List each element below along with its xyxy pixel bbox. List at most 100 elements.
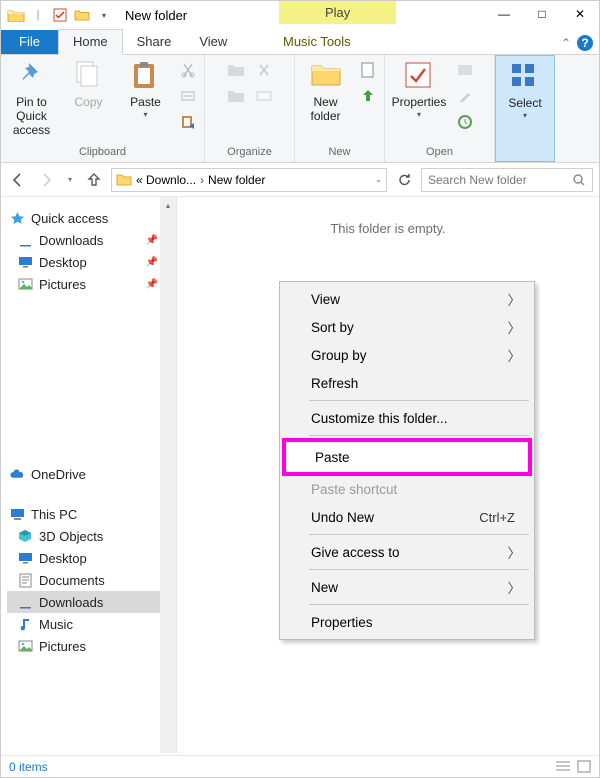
qat-newfolder-icon[interactable]	[73, 6, 91, 24]
collapse-ribbon-icon[interactable]: ⌃	[561, 36, 571, 50]
ctx-separator	[309, 435, 529, 436]
submenu-arrow-icon: 〉	[508, 317, 522, 337]
submenu-arrow-icon: 〉	[508, 577, 522, 597]
ctx-separator	[309, 569, 529, 570]
move-to-button	[226, 60, 246, 80]
qat-properties-icon[interactable]	[51, 6, 69, 24]
scroll-up-button[interactable]: ▴	[160, 197, 176, 213]
clipboard-group-label: Clipboard	[7, 146, 198, 160]
contextual-tab-play: Play	[279, 1, 396, 24]
ctx-customize-folder[interactable]: Customize this folder...	[283, 404, 531, 432]
ctx-separator	[309, 534, 529, 535]
back-button[interactable]	[7, 169, 29, 191]
pictures-icon	[17, 276, 33, 292]
status-item-count: 0 items	[9, 760, 48, 774]
ctx-properties[interactable]: Properties	[283, 608, 531, 636]
pin-to-quick-access-button[interactable]: Pin to Quick access	[7, 58, 56, 137]
sidebar-item-desktop[interactable]: Desktop 📌	[7, 251, 176, 273]
paste-button[interactable]: Paste ▾	[121, 58, 170, 119]
paste-shortcut-button[interactable]	[178, 112, 198, 132]
paste-dropdown-icon[interactable]: ▾	[143, 110, 147, 119]
select-icon	[509, 61, 541, 93]
properties-button[interactable]: Properties ▾	[391, 58, 447, 119]
ctx-paste[interactable]: Paste	[287, 443, 527, 471]
music-icon	[17, 616, 33, 632]
refresh-button[interactable]	[393, 169, 415, 191]
tab-music-tools[interactable]: Music Tools	[269, 30, 365, 54]
select-button[interactable]: Select ▾	[502, 59, 548, 120]
ctx-group-by[interactable]: Group by〉	[283, 341, 531, 369]
select-label: Select	[508, 97, 541, 111]
sidebar-item-documents[interactable]: Documents	[7, 569, 176, 591]
sidebar-item-pc-pictures[interactable]: Pictures	[7, 635, 176, 657]
tab-file[interactable]: File	[1, 30, 58, 54]
cube-icon	[17, 528, 33, 544]
ribbon-group-clipboard: Pin to Quick access Copy Paste ▾	[1, 55, 205, 162]
ribbon-group-select[interactable]: Select ▾	[495, 55, 555, 162]
address-history-icon[interactable]: ⌄	[375, 175, 382, 184]
ctx-new[interactable]: New〉	[283, 573, 531, 601]
pin-icon: 📌	[146, 235, 158, 246]
organize-group-label: Organize	[211, 146, 288, 160]
copy-icon	[73, 60, 105, 92]
pin-icon: 📌	[146, 257, 158, 268]
status-bar: 0 items	[1, 755, 599, 777]
ctx-give-access-to[interactable]: Give access to〉	[283, 538, 531, 566]
recent-locations-button[interactable]: ▾	[63, 169, 77, 191]
quick-access[interactable]: Quick access	[7, 207, 176, 229]
ribbon-tabs: File Home Share View Music Tools ⌃ ?	[1, 29, 599, 55]
new-folder-icon	[310, 60, 342, 92]
copy-label: Copy	[74, 96, 102, 110]
address-bar[interactable]: « Downlo... › New folder ⌄	[111, 168, 387, 192]
submenu-arrow-icon: 〉	[508, 542, 522, 562]
context-menu: View〉 Sort by〉 Group by〉 Refresh Customi…	[279, 281, 535, 640]
window-title: New folder	[125, 8, 187, 23]
details-view-icon[interactable]	[555, 760, 571, 773]
sidebar-item-pc-downloads[interactable]: Downloads	[7, 591, 176, 613]
qat-customize-icon[interactable]: ▾	[95, 6, 113, 24]
highlight-annotation: Paste	[282, 438, 532, 476]
easy-access-button[interactable]	[358, 86, 378, 106]
ctx-refresh[interactable]: Refresh	[283, 369, 531, 397]
tab-home[interactable]: Home	[58, 29, 123, 55]
large-icons-view-icon[interactable]	[577, 760, 591, 773]
maximize-button[interactable]: □	[523, 1, 561, 27]
edit-button	[455, 86, 475, 106]
nav-scrollbar[interactable]: ▴	[160, 197, 176, 753]
ctx-undo-new[interactable]: Undo NewCtrl+Z	[283, 503, 531, 531]
breadcrumb-sep[interactable]: ›	[200, 173, 204, 187]
history-button[interactable]	[455, 112, 475, 132]
search-box[interactable]: Search New folder	[421, 168, 593, 192]
sidebar-item-downloads[interactable]: Downloads 📌	[7, 229, 176, 251]
breadcrumb-newfolder[interactable]: New folder	[208, 173, 265, 187]
ctx-hotkey: Ctrl+Z	[479, 510, 515, 525]
ctx-view[interactable]: View〉	[283, 285, 531, 313]
ctx-separator	[309, 400, 529, 401]
properties-dropdown-icon[interactable]: ▾	[417, 110, 421, 119]
ribbon-group-new: New folder New	[295, 55, 385, 162]
select-dropdown-icon[interactable]: ▾	[523, 111, 527, 120]
documents-icon	[17, 572, 33, 588]
pin-icon	[16, 60, 48, 92]
new-folder-label: New folder	[301, 96, 350, 124]
copy-path-button	[178, 86, 198, 106]
ctx-sort-by[interactable]: Sort by〉	[283, 313, 531, 341]
close-button[interactable]: ✕	[561, 1, 599, 27]
sidebar-item-pc-desktop[interactable]: Desktop	[7, 547, 176, 569]
tab-view[interactable]: View	[185, 30, 241, 54]
sidebar-item-pictures[interactable]: Pictures 📌	[7, 273, 176, 295]
up-button[interactable]	[83, 169, 105, 191]
this-pc-node[interactable]: This PC	[7, 503, 176, 525]
properties-icon	[403, 60, 435, 92]
sidebar-item-3d-objects[interactable]: 3D Objects	[7, 525, 176, 547]
sidebar-item-music[interactable]: Music	[7, 613, 176, 635]
new-folder-button[interactable]: New folder	[301, 58, 350, 124]
submenu-arrow-icon: 〉	[508, 289, 522, 309]
new-item-button[interactable]	[358, 60, 378, 80]
onedrive-node[interactable]: OneDrive	[7, 463, 176, 485]
tab-share[interactable]: Share	[123, 30, 186, 54]
breadcrumb-downloads[interactable]: « Downlo...	[136, 173, 196, 187]
forward-button	[35, 169, 57, 191]
minimize-button[interactable]: —	[485, 1, 523, 27]
help-icon[interactable]: ?	[577, 35, 593, 51]
